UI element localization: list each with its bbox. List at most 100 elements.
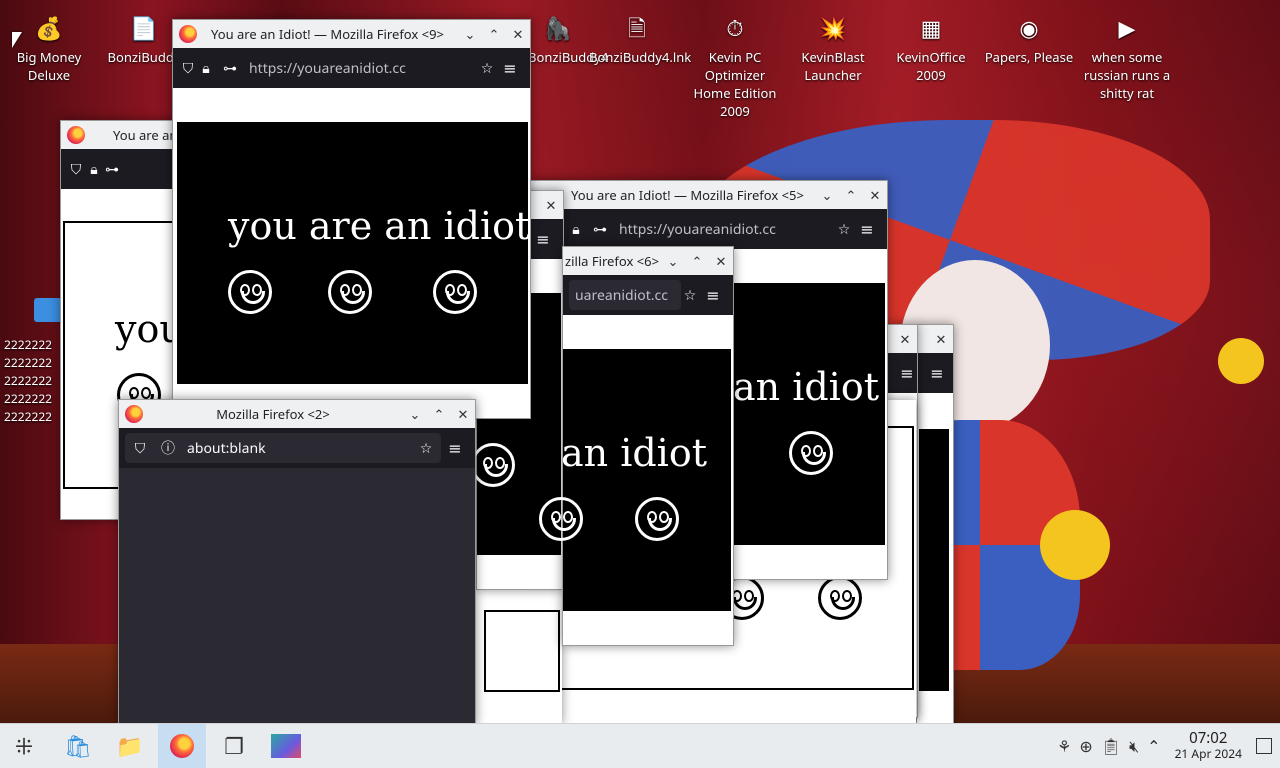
minimize-icon[interactable]: ⌄ xyxy=(458,25,482,43)
url-bar[interactable]: ⊶ https://youareanidiot.cc xyxy=(585,214,835,244)
firefox-window-6[interactable]: zilla Firefox <6> ⌄ ⌃ ✕ uareanidiot.cc ☆… xyxy=(539,246,734,646)
desktop-icon-papers-please[interactable]: ◉ Papers, Please xyxy=(981,6,1077,66)
desktop-icon-label: Papers, Please xyxy=(984,48,1074,66)
firefox-taskbar-button[interactable] xyxy=(158,724,206,768)
minimize-icon[interactable]: ⌄ xyxy=(661,252,685,270)
desktop-icon-kevinoffice-2009[interactable]: ▦ KevinOffice 2009 xyxy=(883,6,979,84)
desktop-icon-label: when some russian runs a shitty rat xyxy=(1083,48,1171,102)
bookmark-star-icon[interactable]: ☆ xyxy=(681,286,699,305)
shield-icon: ⛉ xyxy=(134,438,146,458)
firefox-window-9[interactable]: You are an Idiot! — Mozilla Firefox <9> … xyxy=(172,19,531,419)
system-tray: ⚘ ⊕ 📋︎ 🔇︎ ⌃ 07:02 21 Apr 2024 xyxy=(1057,730,1280,762)
maximize-icon[interactable]: ⌃ xyxy=(685,252,709,270)
discover-button[interactable]: 🛍 xyxy=(54,724,102,768)
store-bag-icon: 🛍 xyxy=(64,731,92,761)
chevron-up-icon[interactable]: ⌃ xyxy=(1147,735,1160,757)
desktop-icon-russian-rat-video[interactable]: ▶ when some russian runs a shitty rat xyxy=(1079,6,1175,102)
bookmark-star-icon[interactable]: ☆ xyxy=(417,439,435,458)
firefox-window-edge-far[interactable]: ✕ ≡ xyxy=(916,324,954,726)
desktop-icon-kevinblast-launcher[interactable]: 💥 KevinBlast Launcher xyxy=(785,6,881,84)
desktop-icon-label: BonziBuddy4 xyxy=(528,48,609,66)
url-bar[interactable]: ⊶ https://youareanidiot.cc xyxy=(215,53,478,83)
maximize-icon[interactable]: ⌃ xyxy=(427,405,451,423)
money-bag-icon: 💰 xyxy=(35,13,63,43)
system-tray-app-icon[interactable]: ⚘ xyxy=(1057,735,1071,757)
bookmark-star-icon[interactable]: ☆ xyxy=(835,220,853,239)
application-launcher-button[interactable]: ⁜ xyxy=(0,724,48,768)
url-text: uareanidiot.cc xyxy=(575,285,668,305)
minimize-icon[interactable]: ⌄ xyxy=(403,405,427,423)
idiot-content: an idiot xyxy=(539,349,731,611)
krita-button[interactable] xyxy=(262,724,310,768)
url-text: https://youareanidiot.cc xyxy=(249,58,406,78)
maximize-icon[interactable]: ⌃ xyxy=(839,186,863,204)
maximize-icon[interactable]: ⌃ xyxy=(482,25,506,43)
clock-date: 21 Apr 2024 xyxy=(1174,745,1242,762)
close-icon[interactable]: ✕ xyxy=(929,330,953,348)
window-title: zilla Firefox <6> xyxy=(565,252,660,270)
idiot-content: you are an idiot xyxy=(177,122,531,384)
menu-icon[interactable]: ≡ xyxy=(529,228,557,250)
desktop-icon-folder-2222222[interactable]: 2222222 2222222 2222222 2222222 2222222 xyxy=(4,296,64,426)
optimizer-icon: ⏱ xyxy=(726,13,744,43)
idiot-text: an idiot xyxy=(733,365,879,409)
clock[interactable]: 07:02 21 Apr 2024 xyxy=(1175,730,1242,762)
blast-icon: 💥 xyxy=(819,13,847,43)
papers-icon: ◉ xyxy=(1019,13,1039,43)
window-title: You are an Idiot! — Mozilla Firefox <9> xyxy=(211,25,444,43)
desktop-icon-kevin-pc-optimizer[interactable]: ⏱ Kevin PC Optimizer Home Edition 2009 xyxy=(687,6,783,120)
update-icon[interactable]: ⊕ xyxy=(1079,735,1092,757)
menu-icon[interactable]: ≡ xyxy=(853,218,881,240)
bookmark-star-icon[interactable]: ☆ xyxy=(478,59,496,78)
menu-icon[interactable]: ≡ xyxy=(923,362,951,384)
lock-icon[interactable]: 🔒︎ xyxy=(567,220,585,239)
folder-label-line: 2222222 xyxy=(4,408,53,425)
close-icon[interactable]: ✕ xyxy=(893,330,917,348)
menu-icon[interactable]: ≡ xyxy=(496,57,524,79)
shield-icon[interactable]: ⛉ xyxy=(67,160,85,179)
clipboard-icon[interactable]: 📋︎ xyxy=(1101,735,1121,757)
folder-label-line: 2222222 xyxy=(4,336,53,353)
minimize-icon[interactable]: ⌄ xyxy=(815,186,839,204)
firefox-window-2[interactable]: Mozilla Firefox <2> ⌄ ⌃ ✕ ⛉ ⓘ about:blan… xyxy=(118,399,476,726)
idiot-text: you are an idiot xyxy=(228,204,531,248)
windows-stack-icon: ❐ xyxy=(224,731,244,761)
desktop-icon-bonzibuddy4[interactable]: 🦍 BonziBuddy4 xyxy=(528,6,609,66)
menu-icon[interactable]: ≡ xyxy=(441,437,469,459)
jester-bell-wallpaper xyxy=(1218,338,1264,384)
folder-icon: 📄 xyxy=(130,13,158,43)
close-icon[interactable]: ✕ xyxy=(506,25,530,43)
firefox-icon xyxy=(67,126,85,144)
app-icon xyxy=(271,734,301,758)
shield-icon[interactable]: ⛉ xyxy=(179,59,197,78)
url-text: https://youareanidiot.cc xyxy=(619,219,776,239)
shortcut-icon: 🗎 xyxy=(628,13,646,43)
desktop-icon-label: KevinBlast Launcher xyxy=(801,48,865,84)
close-icon[interactable]: ✕ xyxy=(863,186,887,204)
smiley-icon xyxy=(539,497,583,541)
close-icon[interactable]: ✕ xyxy=(709,252,733,270)
window-switcher-button[interactable]: ❐ xyxy=(210,724,258,768)
url-bar[interactable]: ⛉ ⓘ about:blank ☆ xyxy=(125,433,441,463)
menu-icon[interactable]: ≡ xyxy=(699,284,727,306)
mouse-cursor-icon xyxy=(12,32,22,48)
menu-icon[interactable]: ≡ xyxy=(893,362,921,384)
jester-hand-wallpaper xyxy=(1040,510,1110,580)
dolphin-button[interactable]: 📁 xyxy=(106,724,154,768)
permissions-icon: ⊶ xyxy=(223,58,237,78)
close-icon[interactable]: ✕ xyxy=(539,196,563,214)
close-icon[interactable]: ✕ xyxy=(451,405,475,423)
office-icon: ▦ xyxy=(920,13,942,43)
firefox-icon xyxy=(179,25,197,43)
lock-icon[interactable]: 🔒︎ xyxy=(85,160,103,179)
lock-icon[interactable]: 🔒︎ xyxy=(197,59,215,78)
url-bar[interactable]: uareanidiot.cc xyxy=(569,280,681,310)
permissions-icon[interactable]: ⊶ xyxy=(103,160,121,179)
desktop-icon-bonzibuddy4-lnk[interactable]: 🗎 BonziBuddy4.lnk xyxy=(589,6,691,66)
taskbar: ⁜ 🛍 📁 ❐ ⚘ ⊕ 📋︎ 🔇︎ ⌃ 07:02 21 Apr 2024 xyxy=(0,723,1280,768)
smiley-icon xyxy=(328,270,372,314)
volume-muted-icon[interactable]: 🔇︎ xyxy=(1129,735,1139,757)
show-desktop-icon[interactable] xyxy=(1256,738,1272,754)
firefox-icon xyxy=(170,734,194,758)
smiley-icon xyxy=(228,270,272,314)
